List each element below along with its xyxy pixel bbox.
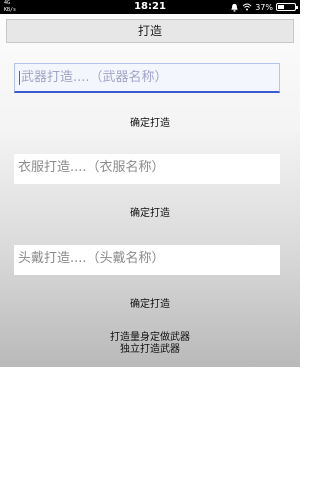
confirm-clothing-button[interactable]: 确定打造: [0, 206, 300, 222]
weapon-name-input[interactable]: 武器打造....（武器名称）: [14, 63, 280, 93]
battery-percent: 37%: [255, 2, 273, 12]
confirm-weapon-button[interactable]: 确定打造: [0, 116, 300, 132]
text-caret: [19, 70, 20, 85]
clothing-input-placeholder: 衣服打造....（衣服名称）: [18, 160, 165, 175]
weapon-input-placeholder: 武器打造....（武器名称）: [21, 70, 168, 85]
page-title: 打造: [6, 19, 294, 43]
confirm-headwear-button[interactable]: 确定打造: [0, 297, 300, 313]
headwear-input-placeholder: 头戴打造....（头戴名称）: [18, 251, 165, 266]
footer-line-2: 独立打造武器: [120, 344, 180, 355]
wifi-icon: [242, 3, 252, 11]
battery-fill: [278, 5, 284, 9]
alarm-icon: [231, 3, 238, 12]
app-screen: 4G KB/s 18:21 37% 打造 武器打造....（武器名称） 确定打造…: [0, 0, 300, 367]
footer-line-1: 打造量身定做武器: [110, 332, 190, 343]
headwear-name-input[interactable]: 头戴打造....（头戴名称）: [14, 245, 280, 275]
clothing-name-input[interactable]: 衣服打造....（衣服名称）: [14, 154, 280, 184]
status-bar: 4G KB/s 18:21 37%: [0, 0, 300, 14]
battery-icon: [276, 3, 298, 11]
status-right: 37%: [230, 0, 298, 14]
